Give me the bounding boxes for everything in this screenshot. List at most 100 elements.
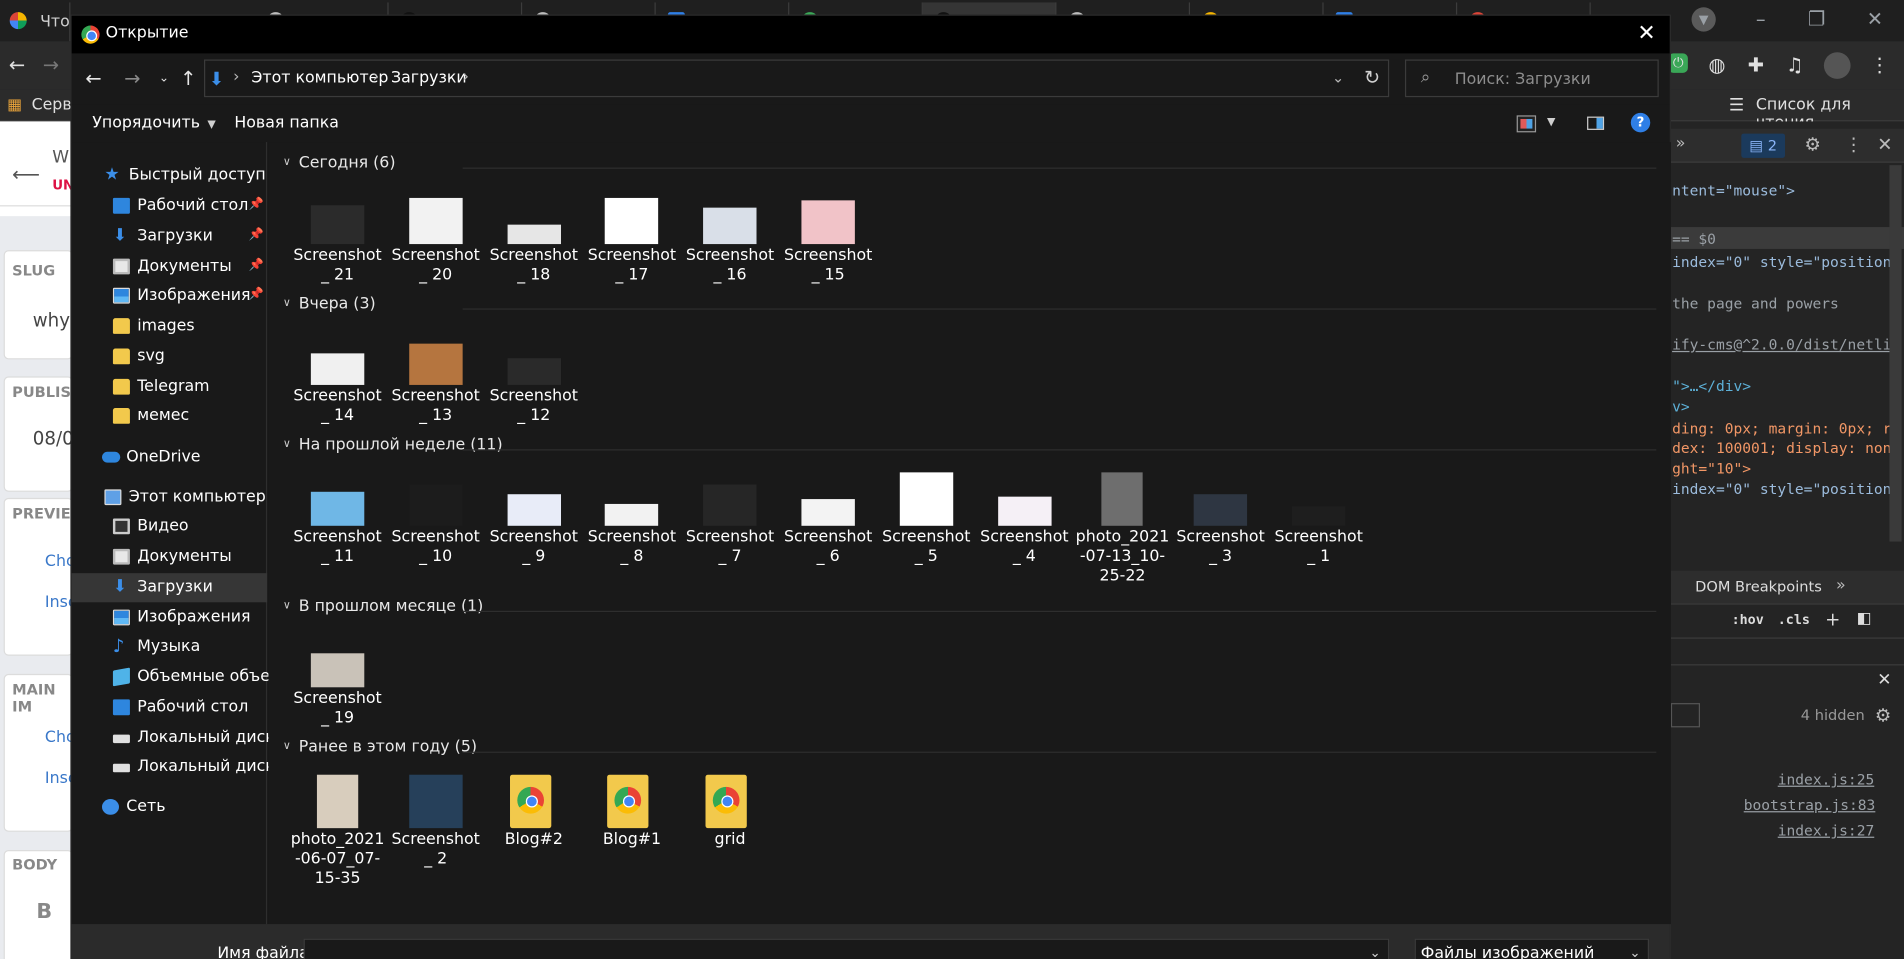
breadcrumb-this-pc[interactable]: Этот компьютер xyxy=(251,69,388,87)
nav-item[interactable]: OneDrive xyxy=(72,443,268,472)
filename-field[interactable]: ⌄ xyxy=(303,938,1390,959)
cls-toggle[interactable]: .cls xyxy=(1778,612,1810,628)
address-bar[interactable]: ⬇ › Этот компьютер › Загрузки › ⌄ xyxy=(204,59,1390,98)
minimize-icon[interactable]: – xyxy=(1749,7,1773,31)
nav-item[interactable]: Рабочий стол 📌 xyxy=(72,192,268,221)
help-icon[interactable]: ? xyxy=(1630,112,1651,133)
puzzle-icon[interactable]: ✚ xyxy=(1744,53,1768,77)
close-devtools-icon[interactable]: ✕ xyxy=(1877,134,1892,156)
maximize-icon[interactable]: ❐ xyxy=(1804,7,1828,31)
nav-item[interactable]: Изображения xyxy=(72,604,268,633)
search-box[interactable]: ⌕ xyxy=(1404,59,1659,98)
avatar[interactable] xyxy=(1823,52,1851,79)
preview-pane-icon[interactable] xyxy=(1587,116,1605,130)
console-filter-input[interactable] xyxy=(1670,703,1701,728)
group-header[interactable]: ∨ Вчера (3) xyxy=(278,290,1657,319)
extension-icon[interactable]: ⏻ xyxy=(1668,53,1688,73)
nav-item[interactable]: Этот компьютер xyxy=(72,483,268,512)
chevron-down-icon[interactable]: ⌄ xyxy=(1332,69,1344,86)
back-icon[interactable]: ← xyxy=(81,67,105,91)
apps-grid-icon[interactable]: ▦ xyxy=(2,94,26,118)
nav-item[interactable]: Сеть xyxy=(72,793,268,822)
toggle-sidebar-icon[interactable]: ◧ xyxy=(1857,610,1872,628)
source-link[interactable]: index.js:27 xyxy=(1778,822,1875,839)
menu-icon[interactable]: ⋮ xyxy=(1868,53,1892,77)
issues-badge[interactable]: ▤ 2 xyxy=(1741,133,1786,158)
chevron-right-icon[interactable]: › xyxy=(373,68,379,86)
dom-line[interactable]: index="0" style="position: xyxy=(1672,254,1900,271)
group-header[interactable]: ∨ Ранее в этом году (5) xyxy=(278,733,1657,762)
search-input[interactable] xyxy=(1454,68,1650,90)
reading-list-icon[interactable]: ☰ xyxy=(1724,94,1748,118)
nav-item[interactable]: Изображения 📌 xyxy=(72,282,268,311)
hov-toggle[interactable]: :hov xyxy=(1732,612,1764,628)
source-link[interactable]: index.js:25 xyxy=(1778,771,1875,788)
chevron-right-icon[interactable]: › xyxy=(463,68,469,86)
change-view-icon[interactable] xyxy=(1516,115,1537,133)
dom-line[interactable]: ify-cms@^2.0.0/dist/netlif xyxy=(1672,336,1900,353)
kebab-menu-icon[interactable]: ⋮ xyxy=(1845,134,1863,156)
pc-icon xyxy=(104,489,122,506)
breadcrumb-downloads[interactable]: Загрузки xyxy=(391,69,467,87)
nav-item[interactable]: Документы 📌 xyxy=(72,253,268,282)
window-close-icon[interactable]: ✕ xyxy=(1863,7,1887,31)
back-icon[interactable]: ← xyxy=(5,53,29,77)
refresh-icon[interactable]: ↻ xyxy=(1359,64,1386,91)
down-icon: ⬇ xyxy=(112,576,128,597)
nav-item[interactable]: ♪ Музыка xyxy=(72,633,268,662)
more-tabs-icon[interactable]: » xyxy=(1676,135,1686,153)
nav-item[interactable]: Локальный диск (C xyxy=(72,724,297,753)
nav-item[interactable]: Видео xyxy=(72,512,268,541)
media-icon[interactable]: ♫ xyxy=(1783,53,1807,77)
bold-button[interactable]: B xyxy=(36,900,52,924)
close-drawer-icon[interactable]: ✕ xyxy=(1877,670,1891,689)
settings-gear-icon[interactable]: ⚙ xyxy=(1804,134,1820,156)
nav-item[interactable]: Объемные объекты xyxy=(72,663,301,692)
nav-item[interactable]: svg xyxy=(72,342,268,371)
console-settings-icon[interactable]: ⚙ xyxy=(1875,704,1891,726)
forward-icon[interactable]: → xyxy=(39,53,63,77)
filename-bar: Имя файла: ⌄ Файлы изображений ⌄ xyxy=(71,924,1670,959)
chevron-down-icon[interactable]: ▼ xyxy=(1547,117,1555,129)
browser-tab[interactable]: Что xyxy=(0,2,71,42)
nav-item[interactable]: ⬇ Загрузки 📌 xyxy=(72,222,268,251)
back-arrow-icon[interactable]: ⟵ xyxy=(12,163,40,186)
source-link[interactable]: bootstrap.js:83 xyxy=(1744,797,1876,814)
dom-line[interactable]: dex: 100001; display: non xyxy=(1672,440,1891,457)
nav-item[interactable]: Рабочий стол xyxy=(72,693,268,722)
organize-button[interactable]: Упорядочить ▼ xyxy=(92,114,215,132)
nav-item[interactable]: images xyxy=(72,312,268,341)
group-header[interactable]: ∨ В прошлом месяце (1) xyxy=(278,593,1657,622)
add-rule-icon[interactable]: + xyxy=(1825,608,1840,630)
up-icon[interactable]: ↑ xyxy=(176,67,200,91)
group-header[interactable]: ∨ Сегодня (6) xyxy=(278,149,1657,178)
tab-dom-breakpoints[interactable]: DOM Breakpoints xyxy=(1695,578,1822,595)
nav-item[interactable]: ⬇ Загрузки xyxy=(71,573,268,603)
new-folder-button[interactable]: Новая папка xyxy=(234,114,339,132)
group-header[interactable]: ∨ На прошлой неделе (11) xyxy=(278,431,1657,460)
filename-input[interactable] xyxy=(309,944,1354,959)
more-panes-icon[interactable]: » xyxy=(1836,577,1846,595)
tab-search-icon[interactable]: ▾ xyxy=(1691,7,1716,32)
dom-line[interactable]: v> xyxy=(1672,398,1690,415)
dom-line[interactable]: ding: 0px; margin: 0px; ri xyxy=(1672,420,1900,437)
nav-item[interactable]: Локальный диск (F xyxy=(72,753,295,782)
dom-line[interactable]: ">…</div> xyxy=(1672,378,1751,395)
dom-line[interactable]: index="0" style="position: xyxy=(1672,481,1900,498)
globe-icon[interactable]: ◍ xyxy=(1705,53,1729,77)
dom-line[interactable]: the page and powers xyxy=(1672,295,1839,312)
chevron-down-icon[interactable]: ⌄ xyxy=(1369,945,1380,959)
dom-line[interactable]: ntent="mouse"> xyxy=(1672,182,1795,199)
dom-line[interactable]: == $0 xyxy=(1672,231,1716,248)
close-icon[interactable]: ✕ xyxy=(1633,21,1660,48)
nav-item[interactable]: мемес xyxy=(72,402,268,431)
nav-item[interactable]: ★ Быстрый доступ xyxy=(72,162,268,191)
publish-value[interactable]: 08/0 xyxy=(33,427,74,449)
dom-line[interactable]: ght="10"> xyxy=(1672,460,1751,477)
forward-icon[interactable]: → xyxy=(120,67,144,91)
scrollbar[interactable] xyxy=(1889,165,1902,542)
filetype-select[interactable]: Файлы изображений ⌄ xyxy=(1414,938,1650,959)
nav-item[interactable]: Telegram xyxy=(72,373,268,402)
recent-locations-icon[interactable]: ⌄ xyxy=(152,67,176,91)
nav-item[interactable]: Документы xyxy=(72,543,268,572)
